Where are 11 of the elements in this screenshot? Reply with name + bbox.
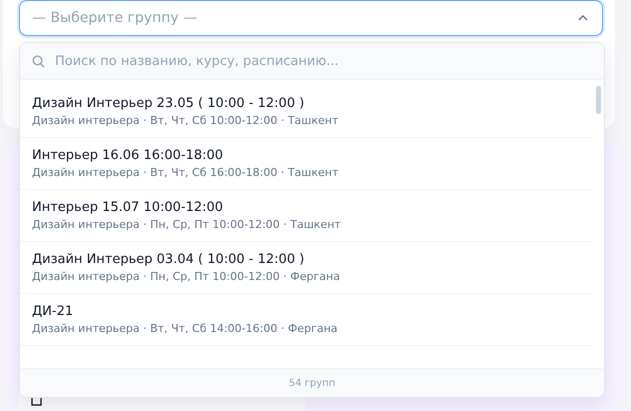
group-option[interactable]: ДИ-21 Дизайн интерьера · Вт, Чт, Сб 14:00-16:00 · Фергана [20, 294, 592, 346]
group-option[interactable]: Дизайн Интерьер 23.05 ( 10:00 - 12:00 ) Дизайн интерьера · Вт, Чт, Сб 10:00-12:00 · Ташкент [20, 86, 592, 138]
search-icon [32, 54, 45, 68]
group-count: 54 групп [288, 378, 336, 388]
scrollbar-thumb[interactable] [596, 86, 601, 114]
group-option[interactable]: Интерьер 16.06 16:00-18:00 Дизайн интерьера · Вт, Чт, Сб 16:00-18:00 · Ташкент [20, 138, 592, 190]
group-option[interactable]: Дизайн Интерьер 03.04 ( 10:00 - 12:00 ) Дизайн интерьера · Пн, Ср, Пт 10:00-12:00 · Фергана [20, 242, 592, 294]
search-field[interactable]: Поиск по названию, курсу, расписанию... [20, 43, 604, 80]
group-option[interactable]: Интерьер 15.07 10:00-12:00 Дизайн интерьера · Пн, Ср, Пт 10:00-12:00 · Ташкент [20, 190, 592, 242]
chevron-icon [578, 15, 588, 21]
search-input[interactable]: Поиск по названию, курсу, расписанию... [53, 52, 592, 70]
